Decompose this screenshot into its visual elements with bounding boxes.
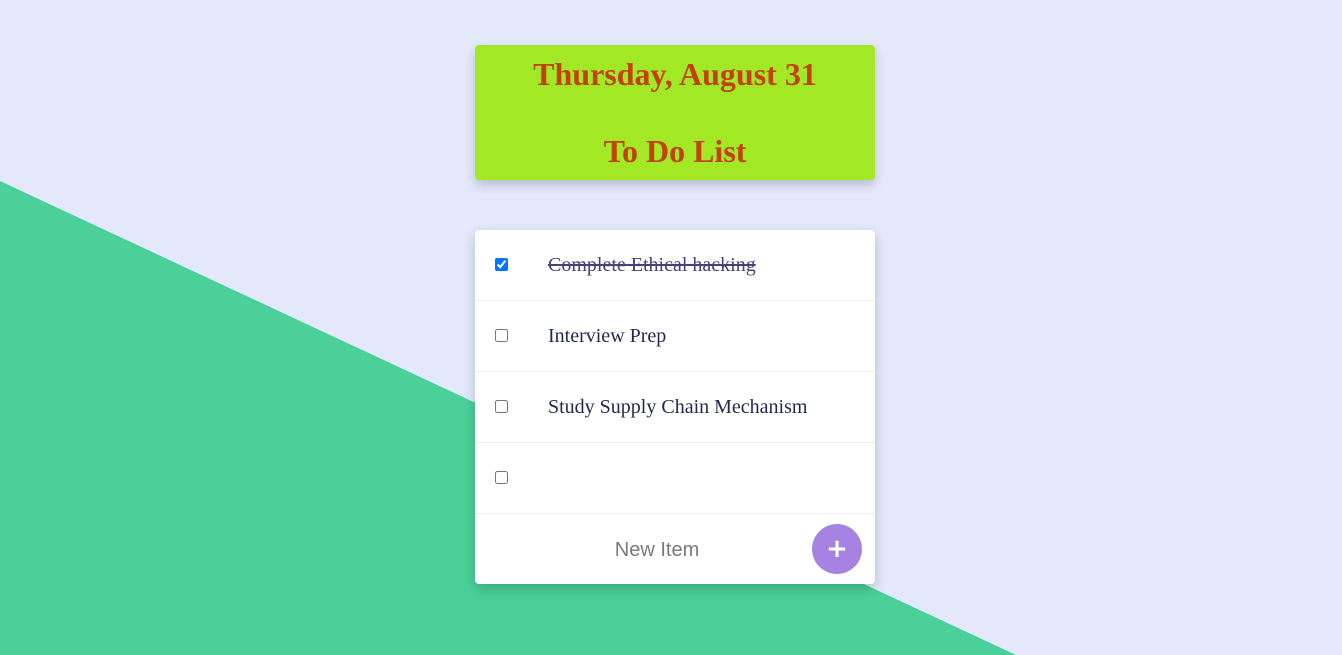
todo-item: Complete Ethical hacking	[475, 230, 875, 301]
new-item-form: +	[475, 514, 875, 584]
todo-item-checkbox[interactable]	[495, 258, 508, 271]
add-item-button[interactable]: +	[812, 524, 862, 574]
todo-item-checkbox[interactable]	[495, 329, 508, 342]
todo-item: Study Supply Chain Mechanism	[475, 372, 875, 443]
todo-item-checkbox[interactable]	[495, 471, 508, 484]
todo-list-card: Complete Ethical hacking Interview Prep …	[475, 230, 875, 584]
todo-item-label: Complete Ethical hacking	[548, 254, 756, 276]
heading-date: Thursday, August 31	[533, 56, 817, 92]
plus-icon: +	[826, 534, 848, 564]
todo-item-label: Study Supply Chain Mechanism	[548, 396, 808, 418]
new-item-input[interactable]	[535, 531, 779, 569]
todo-item-checkbox[interactable]	[495, 400, 508, 413]
todo-item: Interview Prep	[475, 301, 875, 372]
heading-title: To Do List	[603, 133, 747, 169]
todo-item-label: Interview Prep	[548, 325, 667, 347]
todo-item	[475, 443, 875, 514]
heading-card: Thursday, August 31 To Do List	[475, 45, 875, 180]
